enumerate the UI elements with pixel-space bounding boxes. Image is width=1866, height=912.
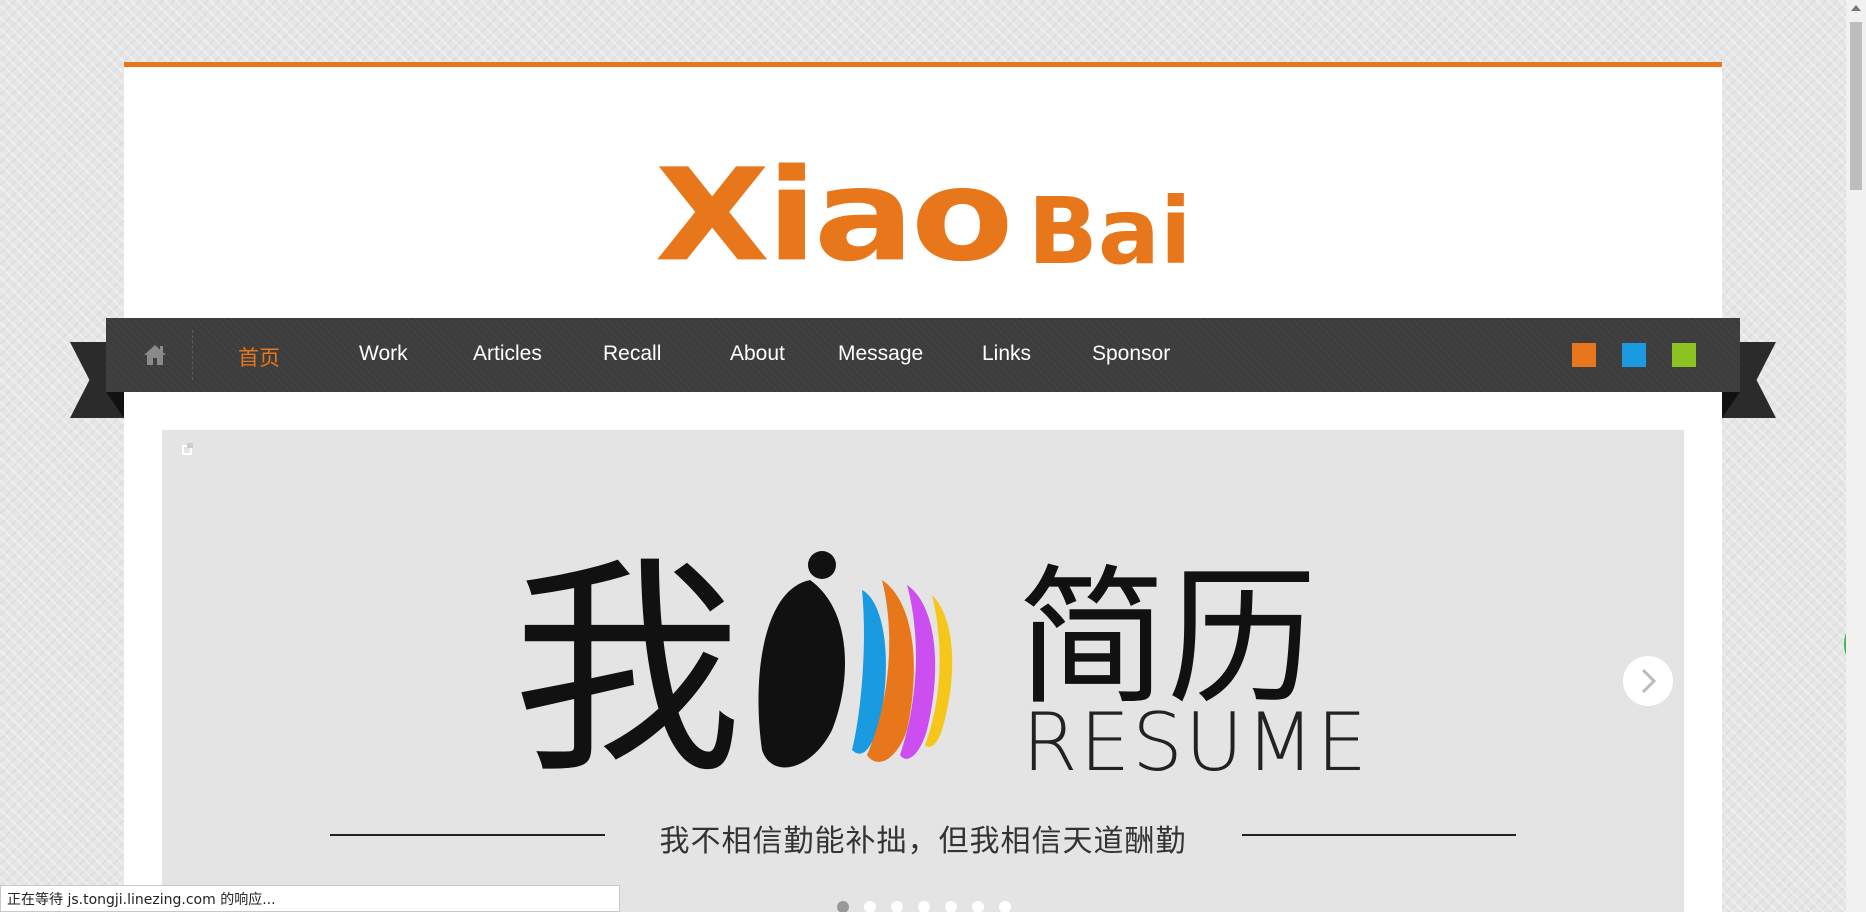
banner-tagline: 我不相信勤能补拙，但我相信天道酬勤: [659, 824, 1187, 859]
nav-divider: [192, 330, 193, 380]
slider-dot[interactable]: [945, 901, 957, 912]
nav-item-articles[interactable]: Articles: [473, 342, 542, 366]
slider-dot[interactable]: [999, 901, 1011, 912]
banner-subtitle: RESUME: [1022, 696, 1369, 789]
nav-item-message[interactable]: Message: [838, 342, 923, 366]
slider-pagination: [837, 900, 1026, 912]
nav-item-links[interactable]: Links: [982, 342, 1031, 366]
logo-text-secondary: Bai: [1027, 178, 1192, 285]
nav-item-about[interactable]: About: [730, 342, 785, 366]
nav-item-home[interactable]: 首页: [238, 342, 280, 372]
browser-status-bar: 正在等待 js.tongji.linezing.com 的响应...: [0, 885, 620, 912]
nav-item-work[interactable]: Work: [359, 342, 408, 366]
vertical-scrollbar[interactable]: [1846, 0, 1866, 912]
banner-char-wo: 我: [512, 538, 742, 805]
banner-char-de-colored: [758, 551, 953, 768]
main-nav: 首页 Work Articles Recall About Message Li…: [106, 318, 1740, 392]
chevron-right-icon: [1641, 668, 1657, 694]
slider-dot[interactable]: [972, 901, 984, 912]
scroll-up-arrow-icon[interactable]: [1851, 5, 1861, 11]
theme-swatch-blue[interactable]: [1622, 343, 1646, 367]
slider-dot[interactable]: [837, 901, 849, 912]
hero-slider: 我 简历 RESUME 我不相信勤能补拙，但我相信天道酬勤: [162, 430, 1684, 912]
theme-swatch-orange[interactable]: [1572, 343, 1596, 367]
theme-swatch-green[interactable]: [1672, 343, 1696, 367]
home-icon[interactable]: [142, 342, 168, 368]
nav-item-sponsor[interactable]: Sponsor: [1092, 342, 1170, 366]
logo-text-primary: Xiao: [654, 142, 1013, 290]
slider-next-button[interactable]: [1623, 656, 1673, 706]
nav-item-recall[interactable]: Recall: [603, 342, 661, 366]
site-logo[interactable]: Xiao Bai: [124, 129, 1722, 303]
slider-dot[interactable]: [918, 901, 930, 912]
scrollbar-thumb[interactable]: [1850, 22, 1862, 190]
slider-dot[interactable]: [891, 901, 903, 912]
slider-dot[interactable]: [864, 901, 876, 912]
